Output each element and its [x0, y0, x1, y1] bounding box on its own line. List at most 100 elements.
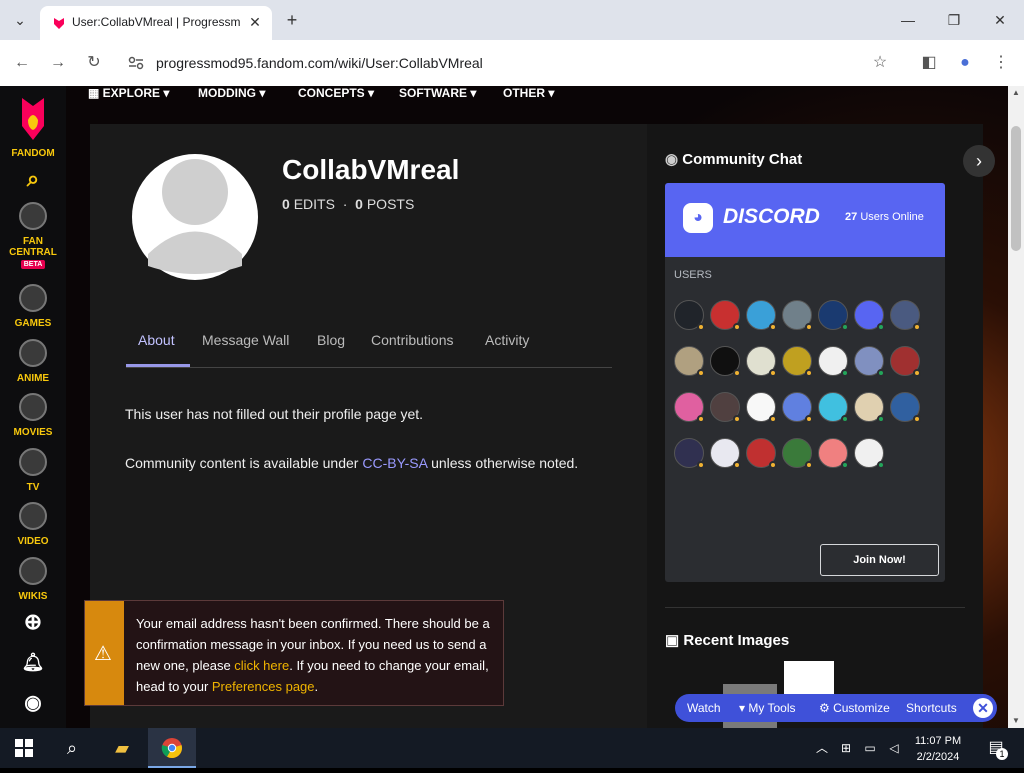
discord-user-avatar[interactable]	[854, 392, 885, 423]
warning-icon: ⚠	[94, 643, 112, 665]
rail-movies[interactable]: MOVIES	[0, 393, 66, 438]
discord-user-avatar[interactable]	[674, 438, 705, 469]
rail-wikis[interactable]: WIKIS	[0, 557, 66, 602]
discord-user-avatar[interactable]	[890, 392, 921, 423]
site-settings-icon[interactable]	[128, 56, 144, 70]
discord-user-avatar[interactable]	[746, 346, 777, 377]
start-button[interactable]	[0, 728, 48, 768]
recent-images-title: Recent Images	[683, 632, 790, 649]
discord-user-avatar[interactable]	[710, 392, 741, 423]
tab-contributions[interactable]: Contributions	[371, 332, 454, 348]
discord-user-avatar[interactable]	[710, 346, 741, 377]
default-avatar-icon	[148, 159, 242, 274]
discord-user-avatar[interactable]	[674, 346, 705, 377]
chrome-taskbar-icon[interactable]	[148, 728, 196, 768]
collapse-rail-button[interactable]: ›	[963, 145, 995, 177]
url-text[interactable]: progressmod95.fandom.com/wiki/User:Colla…	[156, 55, 483, 71]
notification-center-icon[interactable]: ▤ 1	[976, 728, 1016, 768]
tab-about[interactable]: About	[138, 332, 175, 348]
rail-item-label: MOVIES	[13, 427, 53, 438]
discord-user-avatar[interactable]	[854, 300, 885, 331]
scroll-down-icon[interactable]: ▼	[1012, 716, 1020, 725]
discord-user-avatar[interactable]	[674, 392, 705, 423]
discord-user-avatar[interactable]	[890, 300, 921, 331]
online-number: 27	[845, 211, 858, 223]
maximize-button[interactable]: ❐	[944, 10, 964, 30]
volume-icon[interactable]: ◁	[882, 728, 906, 768]
nav-other[interactable]: OTHER ▾	[503, 86, 554, 100]
customize-button[interactable]: ⚙ Customize	[819, 701, 890, 715]
discord-user-avatar[interactable]	[782, 392, 813, 423]
new-tab-button[interactable]: +	[282, 10, 302, 30]
minimize-button[interactable]: —	[898, 10, 918, 30]
profile-icon[interactable]: ●	[953, 51, 977, 75]
nav-modding[interactable]: MODDING ▾	[198, 86, 265, 100]
menu-dots-icon[interactable]: ⋮	[989, 51, 1013, 75]
posts-label[interactable]: POSTS	[367, 196, 414, 212]
discord-user-avatar[interactable]	[854, 438, 885, 469]
browser-tab[interactable]: User:CollabVMreal | Progressm ✕	[40, 6, 272, 40]
search-button[interactable]: ⌕	[0, 166, 66, 192]
discord-user-avatar[interactable]	[818, 346, 849, 377]
nav-concepts[interactable]: CONCEPTS ▾	[298, 86, 374, 100]
rail-video[interactable]: VIDEO	[0, 502, 66, 547]
discord-user-avatar[interactable]	[890, 346, 921, 377]
scroll-up-icon[interactable]: ▲	[1012, 88, 1020, 97]
preferences-link[interactable]: Preferences page	[212, 679, 315, 694]
discord-user-avatar[interactable]	[782, 438, 813, 469]
discord-user-avatar[interactable]	[782, 346, 813, 377]
tab-search-icon[interactable]: ⌄	[10, 10, 30, 30]
resend-link[interactable]: click here	[234, 658, 289, 673]
tab-blog[interactable]: Blog	[317, 332, 345, 348]
license-link[interactable]: CC-BY-SA	[362, 455, 427, 471]
shortcuts-button[interactable]: Shortcuts	[906, 701, 957, 715]
discord-user-avatar[interactable]	[746, 392, 777, 423]
discord-user-avatar[interactable]	[710, 300, 741, 331]
rail-fandom[interactable]: FANDOM	[0, 96, 66, 159]
join-discord-button[interactable]: Join Now!	[820, 544, 939, 576]
file-explorer-icon[interactable]: ▰	[98, 728, 146, 768]
scrollbar-thumb[interactable]	[1011, 126, 1021, 251]
close-icon[interactable]: ✕	[973, 698, 993, 718]
display-icon[interactable]: ▭	[858, 728, 882, 768]
tab-close-button[interactable]: ✕	[245, 12, 265, 32]
forward-button[interactable]: →	[46, 51, 70, 75]
status-dot	[769, 323, 777, 331]
discord-user-avatar[interactable]	[818, 300, 849, 331]
status-dot	[769, 415, 777, 423]
tab-activity[interactable]: Activity	[485, 332, 529, 348]
nav-explore[interactable]: ▦ EXPLORE ▾	[88, 86, 169, 100]
edits-label[interactable]: EDITS	[294, 196, 335, 212]
tab-message-wall[interactable]: Message Wall	[202, 332, 289, 348]
discord-user-avatar[interactable]	[710, 438, 741, 469]
user-account-button[interactable]: ◉	[0, 690, 66, 715]
discord-header: ◕ DISCORD 27 Users Online	[665, 183, 945, 257]
taskbar-search-icon[interactable]: ⌕	[48, 728, 96, 768]
discord-user-avatar[interactable]	[854, 346, 885, 377]
rail-anime[interactable]: ANIME	[0, 339, 66, 384]
discord-user-avatar[interactable]	[818, 438, 849, 469]
side-panel-icon[interactable]: ◧	[917, 51, 941, 75]
reload-button[interactable]: ↻	[82, 51, 106, 75]
watch-button[interactable]: Watch	[687, 701, 721, 715]
discord-user-avatar[interactable]	[674, 300, 705, 331]
rail-games[interactable]: GAMES	[0, 284, 66, 329]
nav-software[interactable]: SOFTWARE ▾	[399, 86, 476, 100]
rail-fan-central[interactable]: FAN CENTRAL BETA	[0, 202, 66, 269]
discord-user-avatar[interactable]	[818, 392, 849, 423]
tray-chevron-icon[interactable]: ︿	[810, 728, 834, 768]
system-clock[interactable]: 11:07 PM 2/2/2024	[906, 733, 970, 765]
discord-user-avatar[interactable]	[746, 300, 777, 331]
network-icon[interactable]: ⊞	[834, 728, 858, 768]
create-button[interactable]: ⊕	[0, 609, 66, 635]
rail-tv[interactable]: TV	[0, 448, 66, 493]
bookmark-star-icon[interactable]: ☆	[868, 51, 892, 75]
window-close-button[interactable]: ✕	[990, 10, 1010, 30]
my-tools-button[interactable]: ▾ My Tools	[739, 701, 796, 715]
page-scrollbar[interactable]: ▲ ▼	[1008, 86, 1024, 728]
back-button[interactable]: ←	[10, 51, 34, 75]
discord-user-avatar[interactable]	[782, 300, 813, 331]
address-bar[interactable]: progressmod95.fandom.com/wiki/User:Colla…	[118, 46, 906, 80]
discord-user-avatar[interactable]	[746, 438, 777, 469]
notifications-button[interactable]: 🔔︎	[0, 652, 66, 673]
